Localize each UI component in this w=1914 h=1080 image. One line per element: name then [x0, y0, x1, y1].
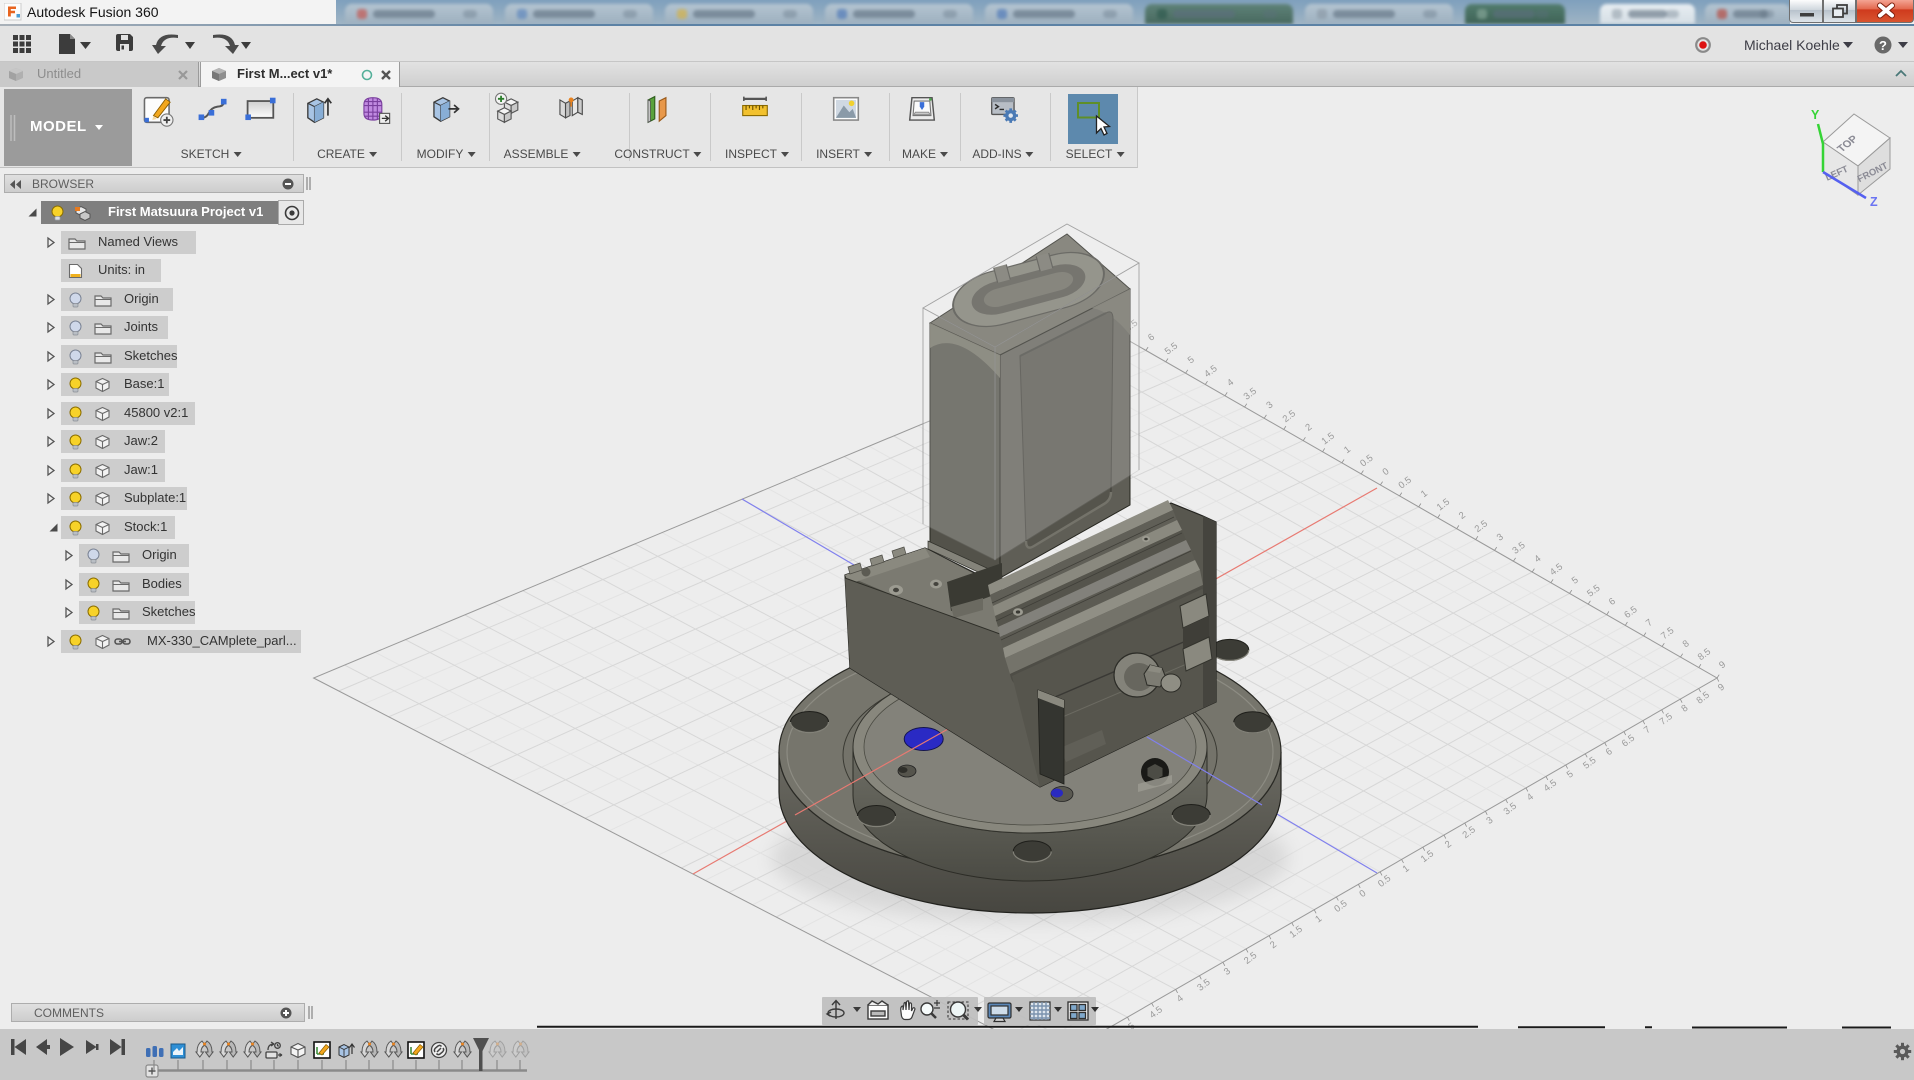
- svg-text:3.5: 3.5: [1502, 801, 1519, 818]
- svg-text:8.5: 8.5: [1695, 690, 1712, 707]
- svg-text:4: 4: [1175, 993, 1186, 1005]
- svg-text:5.5: 5.5: [1581, 755, 1598, 772]
- svg-text:4.5: 4.5: [1542, 778, 1559, 795]
- svg-text:3.5: 3.5: [1242, 386, 1259, 403]
- svg-text:9: 9: [1717, 659, 1728, 671]
- svg-text:4.5: 4.5: [1548, 561, 1565, 578]
- svg-text:0.5: 0.5: [1397, 475, 1414, 492]
- svg-text:Y: Y: [1811, 108, 1820, 122]
- svg-text:5: 5: [1570, 575, 1581, 587]
- svg-text:6: 6: [1607, 596, 1618, 608]
- svg-text:5: 5: [1186, 354, 1197, 366]
- svg-text:6.5: 6.5: [1620, 733, 1637, 750]
- svg-text:4.5: 4.5: [1148, 1004, 1165, 1021]
- svg-text:2.5: 2.5: [1461, 824, 1478, 841]
- svg-text:2: 2: [1303, 422, 1314, 434]
- svg-text:3.5: 3.5: [1510, 540, 1527, 557]
- svg-text:4: 4: [1525, 791, 1536, 803]
- svg-text:6: 6: [1604, 746, 1615, 758]
- svg-text:0: 0: [1357, 888, 1368, 900]
- svg-text:2: 2: [1268, 939, 1279, 951]
- svg-text:Z: Z: [1870, 195, 1878, 209]
- svg-text:3: 3: [1264, 399, 1275, 411]
- svg-text:5.5: 5.5: [1163, 341, 1180, 358]
- svg-text:1.5: 1.5: [1419, 848, 1436, 865]
- svg-text:8: 8: [1679, 703, 1690, 715]
- svg-text:1.5: 1.5: [1320, 431, 1337, 448]
- svg-text:4: 4: [1225, 377, 1236, 389]
- svg-text:5.5: 5.5: [1585, 583, 1602, 600]
- svg-text:0.5: 0.5: [1358, 453, 1375, 470]
- svg-text:2.5: 2.5: [1281, 408, 1298, 425]
- svg-text:0.5: 0.5: [1332, 898, 1349, 915]
- svg-text:8.5: 8.5: [1696, 646, 1713, 663]
- svg-text:6.5: 6.5: [1622, 604, 1639, 621]
- svg-text:0: 0: [1381, 466, 1392, 478]
- svg-text:7: 7: [1642, 724, 1653, 736]
- svg-text:3: 3: [1495, 532, 1506, 544]
- svg-text:0.5: 0.5: [1376, 873, 1393, 890]
- svg-text:1: 1: [1419, 488, 1430, 500]
- svg-text:5: 5: [1565, 769, 1576, 781]
- svg-text:4.5: 4.5: [1202, 363, 1219, 380]
- svg-text:8: 8: [1681, 638, 1692, 650]
- svg-text:9: 9: [1716, 682, 1727, 694]
- svg-text:3: 3: [1222, 966, 1233, 978]
- svg-text:1.5: 1.5: [1288, 924, 1305, 941]
- svg-text:1.5: 1.5: [1435, 497, 1452, 514]
- svg-text:2: 2: [1457, 510, 1468, 522]
- svg-text:3.5: 3.5: [1195, 977, 1212, 994]
- svg-text:1: 1: [1401, 863, 1412, 875]
- svg-text:2.5: 2.5: [1242, 950, 1259, 967]
- svg-text:7.5: 7.5: [1659, 625, 1676, 642]
- svg-text:3: 3: [1484, 815, 1495, 827]
- svg-text:4: 4: [1532, 553, 1543, 565]
- svg-text:1: 1: [1313, 913, 1324, 925]
- svg-text:7: 7: [1644, 617, 1655, 629]
- svg-text:1: 1: [1342, 444, 1353, 456]
- svg-text:7.5: 7.5: [1658, 711, 1675, 728]
- svg-text:2: 2: [1443, 839, 1454, 851]
- svg-text:6: 6: [1146, 332, 1157, 344]
- svg-text:2.5: 2.5: [1473, 518, 1490, 535]
